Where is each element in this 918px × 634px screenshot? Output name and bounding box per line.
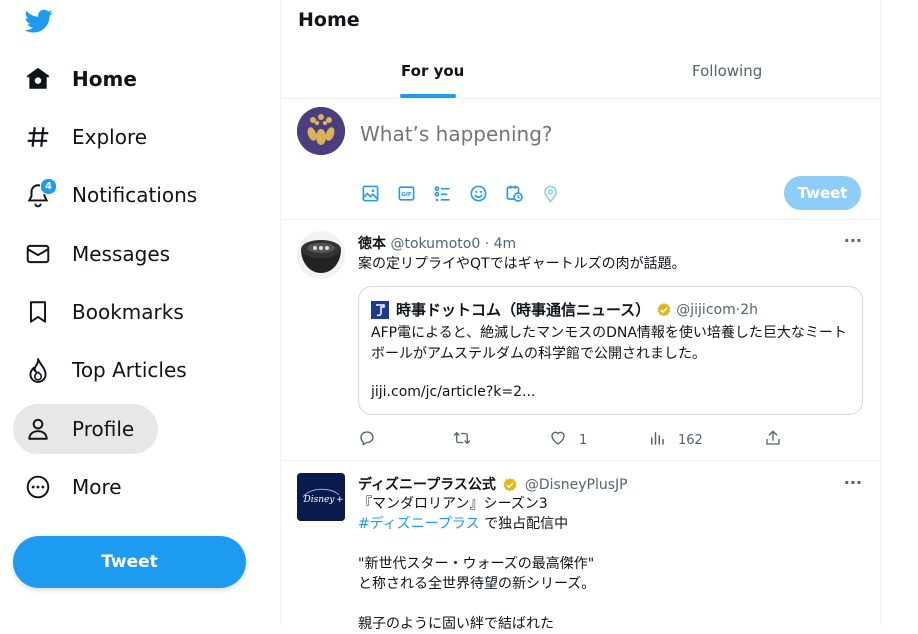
post-author-handle[interactable]: @tokumoto0 [390,236,480,252]
home-icon [25,66,51,92]
sidebar-item-label: Top Articles [72,358,187,382]
post-text: 案の定リプライやQTではギャートルズの肉が話題。 [358,256,686,272]
hashtag-icon [25,124,51,150]
reply-button[interactable] [358,429,388,451]
views-count: 162 [678,432,703,448]
quoted-tweet-link[interactable]: jiji.com/jc/article?k=2... [371,384,535,400]
post-text-line: "新世代スター・ウォーズの最高傑作" [358,556,595,572]
post-author-handle[interactable]: @DisneyPlusJP [525,477,628,493]
sidebar-item-explore[interactable]: Explore [13,112,169,162]
main-timeline: Home For you Following GIF [280,0,881,632]
twitter-logo-icon[interactable] [24,7,54,35]
poll-icon[interactable] [433,183,469,203]
schedule-icon[interactable] [505,183,541,203]
post-timestamp[interactable]: 4m [494,236,517,252]
like-count: 1 [579,432,588,448]
quoted-tweet[interactable]: 時事ドットコム（時事通信ニュース） @jijicom · 2h AFP電によると… [358,286,863,415]
divider [281,219,880,220]
post-author-name[interactable]: ディズニープラス公式 [358,477,496,493]
gif-icon[interactable]: GIF [397,183,433,203]
sidebar-item-more[interactable]: More [13,462,144,512]
person-icon [25,416,51,442]
avatar[interactable] [297,107,345,155]
bookmark-icon [25,299,51,325]
post-avatar-disney[interactable]: Disney + [297,473,345,521]
sidebar-item-bookmarks[interactable]: Bookmarks [13,287,206,337]
retweet-button[interactable] [453,429,483,451]
heart-icon [549,429,567,451]
post-header: 徳本 @tokumoto0 · 4m [358,233,516,253]
flame-icon [25,357,51,383]
sidebar-item-label: More [72,475,122,499]
tweet-button[interactable]: Tweet [13,536,246,588]
sidebar-item-top-articles[interactable]: Top Articles [13,345,209,395]
like-button[interactable]: 1 [549,429,587,451]
page-title: Home [298,9,360,31]
notification-count-badge: 4 [40,178,57,195]
quoted-tweet-header: 時事ドットコム（時事通信ニュース） @jijicom · 2h [371,299,758,320]
views-chart-icon [648,429,666,451]
quoted-timestamp: 2h [740,301,758,318]
separator-dot: · [480,236,494,252]
svg-text:GIF: GIF [401,191,412,197]
post-actions: 1 162 [358,429,858,449]
svg-text:Disney: Disney [303,495,336,505]
sidebar: Home Explore 4 Notifications Messages Bo… [0,0,280,625]
tab-following[interactable]: Following [692,62,762,80]
compose-tweet-button[interactable]: Tweet [784,176,861,210]
quoted-author-handle: @jijicom [676,301,736,318]
more-circle-icon [25,474,51,500]
sidebar-item-notifications[interactable]: 4 Notifications [13,170,219,220]
sidebar-item-label: Messages [72,242,171,266]
sidebar-item-home[interactable]: Home [13,54,159,104]
post-avatar[interactable] [297,231,345,279]
quoted-author-name: 時事ドットコム（時事通信ニュース） [396,301,651,319]
sidebar-item-label: Bookmarks [72,300,184,324]
verified-badge-icon [656,302,672,318]
reply-icon [358,429,376,451]
divider [281,460,880,461]
compose-toolbar: GIF [361,183,577,203]
sidebar-item-label: Notifications [72,183,198,207]
verified-badge-icon [502,477,518,493]
location-icon[interactable] [541,183,577,203]
sidebar-item-label: Home [72,67,137,91]
post-text-line: と称される全世界待望の新シリーズ。 [358,576,596,592]
svg-text:+: + [336,495,344,505]
views-button[interactable]: 162 [648,429,703,451]
post-text-line: 『マンダロリアン』シーズン3 [358,496,548,512]
share-icon [764,429,782,451]
hashtag-link[interactable]: #ディズニープラス [358,516,480,532]
retweet-icon [453,429,471,451]
sidebar-item-messages[interactable]: Messages [13,229,192,279]
post-header: ディズニープラス公式 @DisneyPlusJP [358,474,628,494]
share-button[interactable] [764,429,782,451]
jiji-logo-icon [371,300,389,319]
sidebar-item-label: Explore [72,125,148,149]
quoted-tweet-text: AFP電によると、絶滅したマンモスのDNA情報を使い培養した巨大なミートボールが… [371,325,847,362]
compose-input[interactable] [360,122,840,146]
sidebar-item-label: Profile [72,417,135,441]
post-author-name[interactable]: 徳本 [358,236,386,252]
post-text-line: 親子のように固い絆で結ばれた [358,616,554,632]
post-text-fragment: で独占配信中 [484,516,569,532]
sidebar-item-profile[interactable]: Profile [13,404,158,454]
more-options-icon[interactable]: ··· [844,473,862,492]
divider [281,98,880,99]
image-icon[interactable] [361,183,397,203]
emoji-icon[interactable] [469,183,505,203]
more-options-icon[interactable]: ··· [844,231,862,250]
envelope-icon [25,241,51,267]
bell-icon: 4 [25,178,57,208]
post-text-line: #ディズニープラス で独占配信中 [358,514,568,534]
tab-for-you[interactable]: For you [401,62,464,80]
